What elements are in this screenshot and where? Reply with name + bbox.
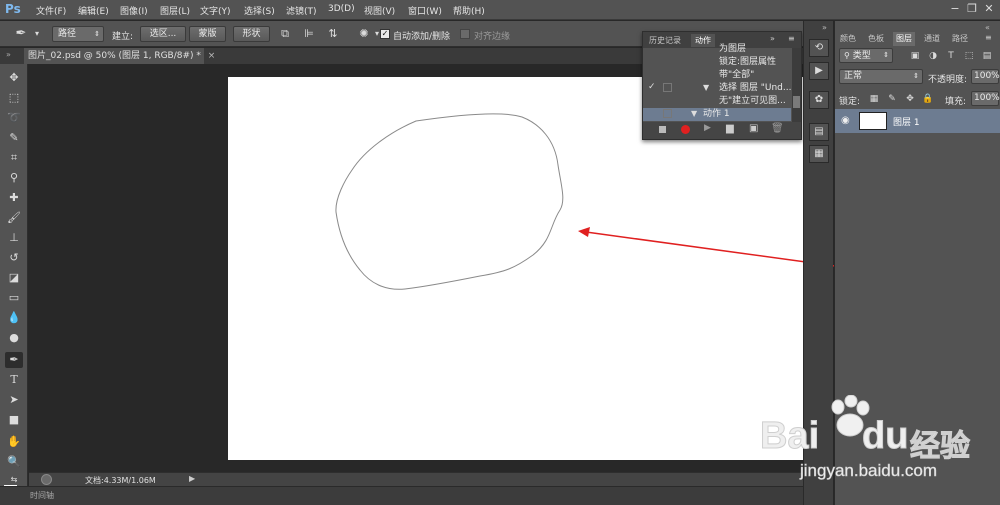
lock-transparent-icon[interactable]: ▦ <box>868 93 880 105</box>
dialog-toggle-box[interactable] <box>663 83 672 92</box>
search-icon: ⚲ <box>844 51 850 60</box>
status-bar: 文档:4.33M/1.06M ▶ <box>29 472 805 486</box>
opacity-input[interactable]: 100% <box>971 69 1000 84</box>
watermark-brand: Bai <box>759 415 820 458</box>
actions-scrollbar[interactable] <box>792 48 801 122</box>
history-panel-icon[interactable]: ⟲ <box>809 39 829 57</box>
tab-swatches[interactable]: 色板 <box>865 32 887 46</box>
stop-icon[interactable] <box>659 126 666 133</box>
timeline-bar: 时间轴 <box>0 486 805 505</box>
timeline-label[interactable]: 时间轴 <box>30 490 54 501</box>
layer-thumbnail <box>859 112 887 130</box>
action-row[interactable]: 带"全部" <box>643 69 791 82</box>
tab-paths[interactable]: 路径 <box>949 32 971 46</box>
layer-row[interactable]: ◉ 图层 1 <box>835 109 1000 133</box>
properties-panel-icon[interactable]: ▤ <box>809 123 829 141</box>
info-panel-icon[interactable]: ▦ <box>809 145 829 163</box>
tab-channels[interactable]: 通道 <box>921 32 943 46</box>
expand-triangle-icon[interactable]: ▼ <box>691 109 697 118</box>
layer-filter-select[interactable]: ⚲ 类型 ⇕ <box>839 48 893 63</box>
action-row[interactable]: 锁定:图层属性 <box>643 56 791 69</box>
tab-color[interactable]: 颜色 <box>837 32 859 46</box>
tab-layers[interactable]: 图层 <box>893 32 915 46</box>
panel-menu-icon[interactable]: ≡ <box>985 33 992 42</box>
lock-all-icon[interactable]: 🔒 <box>922 93 934 105</box>
pixel-filter-icon[interactable]: ▣ <box>909 50 921 62</box>
pen-path <box>335 113 564 290</box>
panel-collapse-icon[interactable]: « <box>985 23 990 32</box>
document-size-text: 文档:4.33M/1.06M <box>85 476 156 485</box>
annotation-arrow-line <box>585 231 836 267</box>
select-arrows-icon: ⇕ <box>883 51 889 59</box>
actions-panel-icon[interactable]: ▶ <box>809 62 829 80</box>
action-row[interactable]: 无"建立可见图... <box>643 95 791 108</box>
adjustment-filter-icon[interactable]: ◑ <box>927 50 939 62</box>
lock-label: 锁定: <box>839 97 861 107</box>
play-icon[interactable]: ▶ <box>704 123 711 133</box>
dock-expand-icon[interactable]: » <box>822 23 827 32</box>
checkmark-icon[interactable]: ✓ <box>648 82 656 92</box>
filter-label: 类型 <box>852 51 871 61</box>
scrollbar-thumb[interactable] <box>793 96 800 108</box>
watermark-product: 经验 <box>910 429 971 465</box>
lock-position-icon[interactable]: ✥ <box>904 93 916 105</box>
panel-collapse-icon[interactable]: » <box>770 34 775 43</box>
lock-pixels-icon[interactable]: ✎ <box>886 93 898 105</box>
blend-mode-select[interactable]: 正常 ⇕ <box>839 69 923 84</box>
brush-panel-icon[interactable]: ✿ <box>809 91 829 109</box>
annotation-arrow-head <box>578 227 590 237</box>
action-row[interactable]: 为图层 <box>643 43 791 56</box>
baidu-watermark: Bai du 经验 jingyan.baidu.com <box>759 395 980 485</box>
actions-footer: ▶ ▆ ▣ 🗑 <box>643 122 801 139</box>
blend-mode-value: 正常 <box>844 71 863 81</box>
watermark-url: jingyan.baidu.com <box>800 461 938 481</box>
expand-triangle-icon[interactable]: ▼ <box>703 83 709 92</box>
folder-icon[interactable]: ▆ <box>726 123 734 134</box>
fill-input[interactable]: 100% <box>971 91 1000 106</box>
status-menu-arrow-icon[interactable]: ▶ <box>189 474 195 483</box>
new-action-icon[interactable]: ▣ <box>749 123 758 134</box>
fill-label: 填充: <box>945 97 967 107</box>
smart-object-filter-icon[interactable]: ▤ <box>981 50 993 62</box>
opacity-label: 不透明度: <box>928 75 968 85</box>
zoom-icon[interactable] <box>41 474 52 485</box>
shape-filter-icon[interactable]: ⬚ <box>963 50 975 62</box>
eye-icon[interactable]: ◉ <box>841 115 850 126</box>
select-arrows-icon: ⇕ <box>913 72 919 80</box>
actions-panel: 历史记录 动作 » ≡ 为图层 锁定:图层属性 带"全部" 选择 图层 "Und… <box>642 31 802 140</box>
dialog-toggle-box[interactable] <box>663 109 672 118</box>
watermark-brand-suffix: du <box>861 415 909 458</box>
layer-name: 图层 1 <box>893 118 920 128</box>
type-filter-icon[interactable]: T <box>945 50 957 62</box>
trash-icon[interactable]: 🗑 <box>771 123 784 134</box>
panel-menu-icon[interactable]: ≡ <box>788 34 795 43</box>
record-icon[interactable] <box>681 125 690 134</box>
